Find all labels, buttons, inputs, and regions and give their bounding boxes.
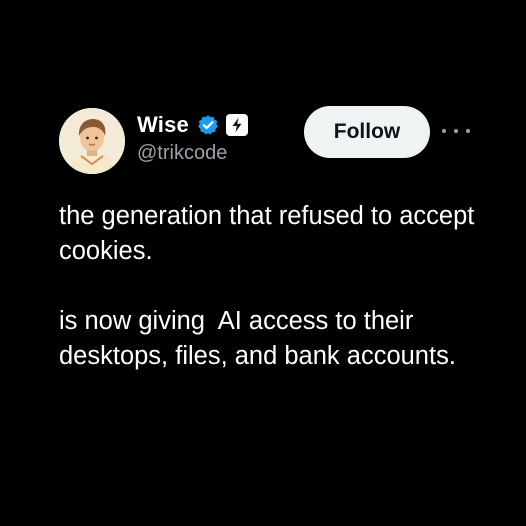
author-name-row: Wise [137,110,248,140]
tweet-card: Wise @trikcode Follow the generation tha… [0,0,526,526]
tweet-paragraph-2: is now giving AI access to their desktop… [59,307,456,370]
more-dot [466,129,470,133]
avatar-illustration-icon [59,108,125,174]
more-dot [454,129,458,133]
follow-button[interactable]: Follow [304,106,430,158]
tweet-text: the generation that refused to accept co… [59,199,479,374]
verified-badge-icon [197,114,219,136]
more-dot [442,129,446,133]
author-handle[interactable]: @trikcode [137,142,227,165]
avatar[interactable] [59,108,125,174]
more-options-icon[interactable] [442,120,470,142]
author-display-name[interactable]: Wise [137,112,189,138]
lightning-badge-icon [225,114,248,136]
tweet-paragraph-1: the generation that refused to accept co… [59,202,482,265]
